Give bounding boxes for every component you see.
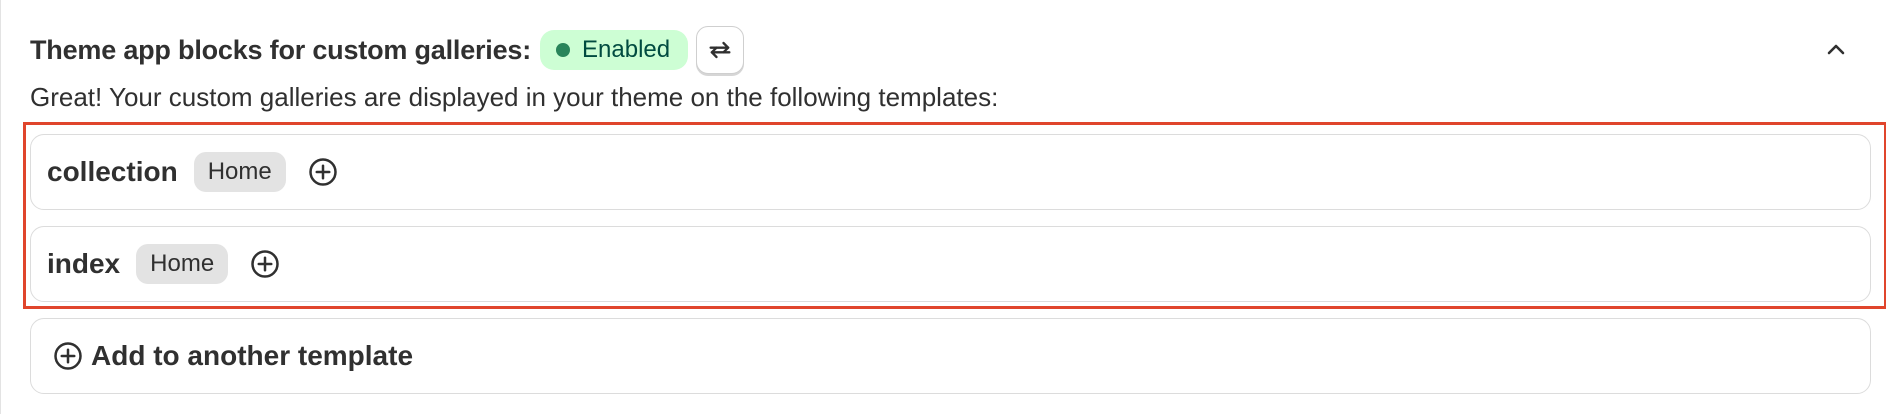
template-name: collection: [47, 156, 178, 187]
chevron-up-icon: [1827, 44, 1845, 55]
template-tag: Home: [136, 244, 229, 284]
sync-button[interactable]: [696, 26, 745, 74]
status-dot-icon: [556, 43, 571, 57]
add-to-another-template-button[interactable]: Add to another template: [30, 318, 1871, 394]
status-badge-label: Enabled: [582, 36, 671, 63]
plus-circle-icon: [53, 341, 83, 371]
section-description: Great! Your custom galleries are display…: [30, 82, 999, 112]
theme-app-blocks-card: Theme app blocks for custom galleries: E…: [0, 0, 1886, 414]
template-row-index: index Home: [30, 226, 1871, 302]
plus-circle-icon[interactable]: [248, 247, 282, 281]
sync-icon: [709, 41, 731, 59]
section-title: Theme app blocks for custom galleries:: [30, 34, 532, 65]
template-name: index: [47, 248, 121, 279]
collapse-button[interactable]: [1820, 34, 1852, 66]
template-row-collection: collection Home: [30, 134, 1871, 210]
section-header: Theme app blocks for custom galleries: E…: [30, 22, 745, 78]
status-badge: Enabled: [540, 30, 689, 70]
add-template-label: Add to another template: [91, 340, 414, 371]
template-tag: Home: [193, 152, 286, 192]
plus-circle-icon[interactable]: [306, 155, 340, 189]
